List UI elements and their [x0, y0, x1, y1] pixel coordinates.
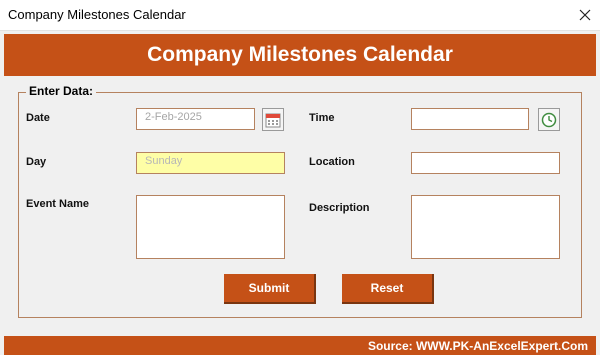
title-bar: Company Milestones Calendar — [0, 0, 600, 31]
banner-title: Company Milestones Calendar — [147, 43, 453, 66]
day-label: Day — [26, 156, 47, 168]
time-label: Time — [309, 112, 335, 124]
close-button[interactable] — [570, 0, 600, 30]
time-picker-button[interactable] — [538, 108, 560, 131]
location-field[interactable] — [411, 152, 560, 174]
date-picker-button[interactable] — [262, 108, 284, 131]
date-field[interactable]: 2-Feb-2025 — [136, 108, 255, 130]
event-name-field[interactable] — [136, 195, 285, 259]
time-field[interactable] — [411, 108, 529, 130]
location-label: Location — [309, 156, 355, 168]
submit-button[interactable]: Submit — [224, 274, 316, 304]
clock-icon — [541, 112, 557, 127]
calendar-icon — [265, 113, 281, 127]
description-label: Description — [309, 202, 370, 214]
window-title: Company Milestones Calendar — [8, 7, 186, 22]
group-label: Enter Data: — [26, 84, 97, 98]
close-icon — [579, 9, 591, 21]
date-label: Date — [26, 112, 50, 124]
reset-button[interactable]: Reset — [342, 274, 434, 304]
footer-source: Source: WWW.PK-AnExcelExpert.Com — [4, 336, 596, 355]
day-field[interactable]: Sunday — [136, 152, 285, 174]
description-field[interactable] — [411, 195, 560, 259]
header-banner: Company Milestones Calendar — [4, 34, 596, 76]
event-name-label: Event Name — [26, 198, 89, 210]
footer-source-text: Source: WWW.PK-AnExcelExpert.Com — [367, 338, 588, 353]
